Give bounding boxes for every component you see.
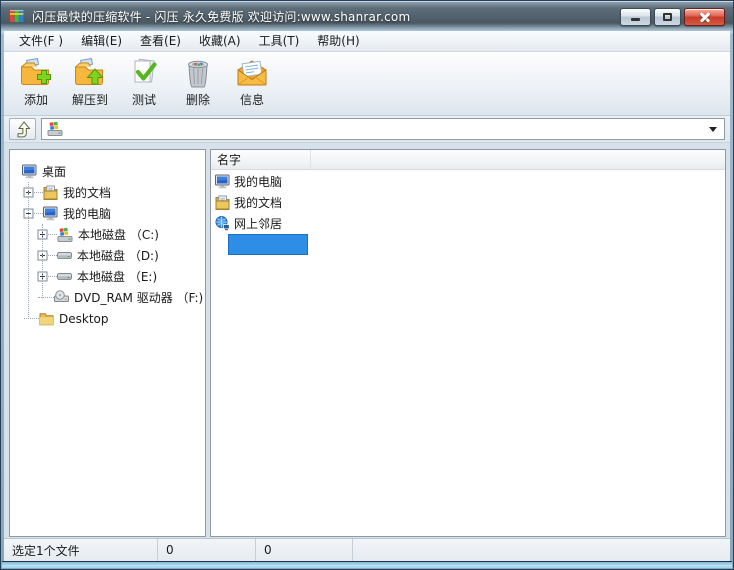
main-area: 桌面我的文档我的电脑本地磁盘 （C:)本地磁盘 （D:)本地磁盘 （E:)DVD… (4, 143, 730, 538)
file-list-item[interactable]: 我的文档 (211, 192, 725, 213)
drive-icon (57, 248, 72, 263)
delete-trash-icon (181, 58, 215, 89)
tree-item-label: Desktop (59, 312, 109, 326)
extract-button[interactable]: 解压到 (64, 55, 116, 111)
file-list-item[interactable]: 网上邻居 (211, 213, 725, 234)
folder-icon (39, 311, 54, 326)
dropdown-arrow-icon[interactable] (709, 127, 717, 132)
tree-item[interactable]: 我的电脑 (10, 203, 205, 224)
maximize-icon (663, 13, 672, 21)
column-header-name[interactable]: 名字 (211, 150, 311, 169)
address-combo[interactable] (41, 118, 725, 140)
close-icon (699, 11, 711, 23)
file-list-item-label: 网上邻居 (234, 215, 282, 232)
desktop-icon (22, 164, 37, 179)
tree-item-label: 桌面 (42, 163, 66, 180)
tree-item[interactable]: DVD_RAM 驱动器 （F:) (10, 287, 205, 308)
minimize-button[interactable] (620, 8, 651, 26)
info-button[interactable]: 信息 (226, 55, 278, 111)
titlebar[interactable]: 闪压最快的压缩软件 - 闪压 永久免费版 欢迎访问:www.shanrar.co… (1, 1, 733, 31)
drive-windows-icon (57, 227, 73, 243)
tree-item[interactable]: Desktop (10, 308, 205, 329)
status-cell: 0 (256, 539, 353, 561)
extract-button-label: 解压到 (72, 91, 108, 108)
tree-item[interactable]: 本地磁盘 （D:) (10, 245, 205, 266)
delete-button[interactable]: 删除 (172, 55, 224, 111)
selection-highlight[interactable] (228, 234, 308, 255)
folder-tree-panel: 桌面我的文档我的电脑本地磁盘 （C:) 本地磁盘 （D:) 本地磁盘 （E:) DVD… (9, 149, 206, 537)
test-button[interactable]: 测试 (118, 55, 170, 111)
documents-folder-icon (43, 185, 58, 200)
my-computer-icon (215, 174, 230, 189)
window-title: 闪压最快的压缩软件 - 闪压 永久免费版 欢迎访问:www.shanrar.co… (32, 8, 410, 25)
file-list-item-label: 我的文档 (234, 194, 282, 211)
tree-item[interactable]: 桌面 (10, 161, 205, 182)
status-cell: 选定1个文件 (4, 539, 158, 561)
window-bottom-frame (2, 561, 732, 568)
menu-bar: 文件(F )编辑(E)查看(E)收藏(A)工具(T)帮助(H) (4, 31, 730, 52)
add-button-label: 添加 (24, 91, 48, 108)
window-controls (620, 7, 725, 26)
documents-folder-icon (215, 195, 230, 210)
selected-file-row[interactable] (211, 234, 725, 255)
address-bar (4, 116, 730, 143)
maximize-button[interactable] (654, 8, 681, 26)
tree-item[interactable]: 我的文档 (10, 182, 205, 203)
menu-item-file[interactable]: 文件(F ) (10, 31, 72, 51)
tree-item-label: DVD_RAM 驱动器 （F:) (74, 289, 203, 306)
up-one-level-button[interactable] (9, 118, 36, 140)
tree-item-label: 本地磁盘 （E:) (77, 268, 157, 285)
extract-to-icon (73, 58, 107, 89)
app-icon (9, 8, 25, 24)
info-button-label: 信息 (240, 91, 264, 108)
minimize-icon (631, 18, 640, 21)
tree-item-label: 我的文档 (63, 184, 111, 201)
add-button[interactable]: 添加 (10, 55, 62, 111)
test-archive-icon (127, 58, 161, 89)
my-computer-icon (43, 206, 58, 221)
address-location-icon (47, 121, 63, 137)
menu-item-help[interactable]: 帮助(H) (308, 31, 368, 51)
column-header-filler (311, 150, 725, 169)
test-button-label: 测试 (132, 91, 156, 108)
file-list-item-label: 我的电脑 (234, 173, 282, 190)
app-window: 闪压最快的压缩软件 - 闪压 永久免费版 欢迎访问:www.shanrar.co… (0, 0, 734, 570)
tree-item[interactable]: 本地磁盘 （C:) (10, 224, 205, 245)
delete-button-label: 删除 (186, 91, 210, 108)
status-cell (353, 539, 730, 561)
up-arrow-icon (14, 120, 31, 138)
file-list-panel: 名字 我的电脑我的文档网上邻居 (210, 149, 726, 537)
tree-item-label: 我的电脑 (63, 205, 111, 222)
menu-item-edit[interactable]: 编辑(E) (72, 31, 131, 51)
drive-icon (57, 269, 72, 284)
dvd-drive-icon (54, 290, 69, 305)
toolbar: 添加 解压到 测试 删除 信息 (4, 52, 730, 116)
menu-item-tools[interactable]: 工具(T) (250, 31, 309, 51)
menu-item-view[interactable]: 查看(E) (131, 31, 190, 51)
info-envelope-icon (235, 58, 269, 89)
close-button[interactable] (684, 8, 725, 26)
status-bar: 选定1个文件00 (4, 538, 730, 561)
tree-item-label: 本地磁盘 （C:) (78, 226, 159, 243)
network-icon (215, 216, 230, 231)
file-list-item[interactable]: 我的电脑 (211, 171, 725, 192)
add-archive-icon (19, 58, 53, 89)
tree-item[interactable]: 本地磁盘 （E:) (10, 266, 205, 287)
list-header: 名字 (211, 150, 725, 170)
tree-item-label: 本地磁盘 （D:) (77, 247, 159, 264)
status-cell: 0 (158, 539, 256, 561)
menu-item-favorites[interactable]: 收藏(A) (190, 31, 250, 51)
